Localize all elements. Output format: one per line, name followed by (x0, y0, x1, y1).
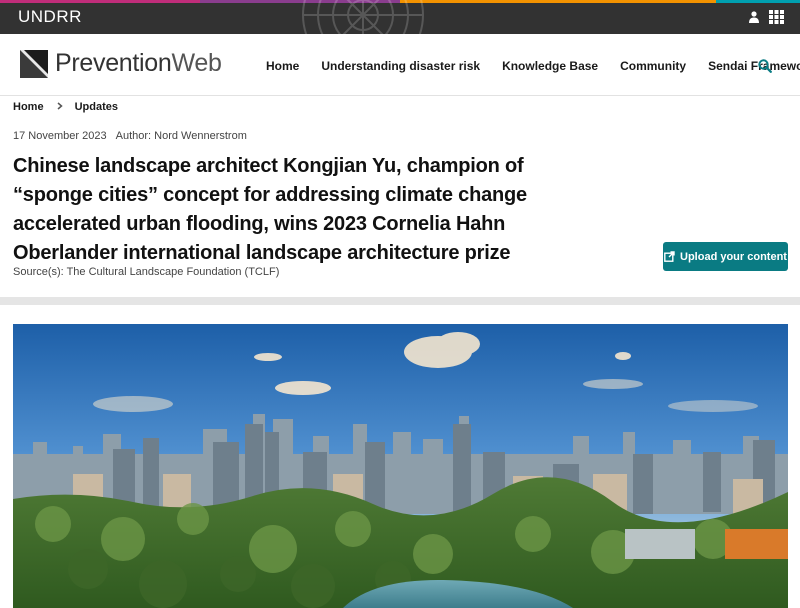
breadcrumb: Home Updates (13, 101, 118, 113)
upload-content-button[interactable]: Upload your content (663, 242, 788, 271)
nav-item-community[interactable]: Community (620, 59, 686, 73)
chevron-right-icon (57, 101, 63, 113)
article-hero-image (13, 324, 788, 608)
preventionweb-logo-mark (20, 49, 48, 78)
nav-item-home[interactable]: Home (266, 59, 299, 73)
article-source: Source(s): The Cultural Landscape Founda… (13, 266, 280, 278)
preventionweb-logo-link[interactable]: PreventionWeb (20, 49, 222, 78)
undrr-logo-link[interactable]: UNDRR (18, 7, 82, 27)
breadcrumb-home[interactable]: Home (13, 101, 44, 113)
user-icon[interactable] (749, 11, 759, 23)
external-link-icon (664, 251, 675, 262)
un-emblem-watermark (302, 0, 424, 34)
undrr-top-bar: UNDRR (0, 0, 800, 34)
site-header: PreventionWeb Home Understanding disaste… (0, 34, 800, 96)
nav-item-understanding-disaster-risk[interactable]: Understanding disaster risk (321, 59, 480, 73)
brand-name: PreventionWeb (55, 49, 222, 78)
article-meta: 17 November 2023 Author: Nord Wennerstro… (13, 130, 247, 142)
stripe-segment (0, 0, 200, 3)
section-divider (0, 297, 800, 305)
breadcrumb-updates[interactable]: Updates (75, 101, 118, 113)
nav-item-knowledge-base[interactable]: Knowledge Base (502, 59, 598, 73)
main-nav: Home Understanding disaster risk Knowled… (266, 59, 800, 73)
brand-prefix: Prevention (55, 49, 172, 77)
apps-grid-icon[interactable] (769, 10, 784, 24)
upload-content-label: Upload your content (680, 250, 787, 263)
search-icon[interactable] (758, 59, 772, 73)
brand-suffix: Web (171, 49, 222, 77)
article-author: Author: Nord Wennerstrom (115, 130, 247, 142)
article-date: 17 November 2023 (13, 130, 107, 142)
nav-item-sendai-framework[interactable]: Sendai Framework (708, 59, 800, 73)
stripe-segment (716, 0, 800, 3)
article-title: Chinese landscape architect Kongjian Yu,… (13, 155, 527, 264)
